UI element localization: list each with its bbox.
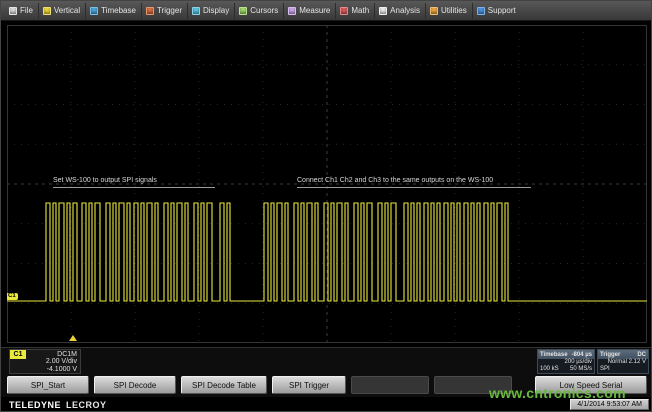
menu-timebase[interactable]: Timebase (86, 3, 142, 19)
timebase-descriptor[interactable]: Timebase -804 µs 200 µs/div 100 kS 50 MS… (537, 349, 595, 374)
trigger-type: SPI (600, 366, 610, 373)
trigger-descriptor[interactable]: Trigger DC Normal 2.12 V SPI (597, 349, 649, 374)
channel-vdiv: 2.00 V/div (10, 358, 77, 366)
menu-vertical-label: Vertical (54, 6, 80, 15)
menu-display[interactable]: Display (188, 3, 235, 19)
menu-measure[interactable]: Measure (284, 3, 336, 19)
timebase-arrows-icon (90, 7, 98, 15)
channel-offset: -4.1000 V (10, 366, 77, 374)
timebase-title: Timebase (540, 352, 568, 358)
trigger-position-marker[interactable] (69, 335, 77, 341)
menu-trigger[interactable]: Trigger (142, 3, 188, 19)
oscilloscope-window: File Vertical Timebase Trigger Display C… (0, 0, 652, 412)
menu-file[interactable]: File (5, 3, 39, 19)
vertical-arrows-icon (43, 7, 51, 15)
channel-offset-marker[interactable]: C1 (7, 293, 18, 300)
menu-utilities[interactable]: Utilities (426, 3, 473, 19)
brand-logo: TELEDYNE LECROY (9, 400, 107, 410)
timebase-rate: 50 MS/s (570, 366, 592, 373)
menu-measure-label: Measure (299, 6, 330, 15)
measure-ruler-icon (288, 7, 296, 15)
menu-math-label: Math (351, 6, 369, 15)
menu-timebase-label: Timebase (101, 6, 136, 15)
menu-utilities-label: Utilities (441, 6, 467, 15)
timebase-samples: 100 kS (540, 366, 559, 373)
spi-decode-table-button[interactable]: SPI Decode Table (181, 376, 267, 394)
empty-button-slot (351, 376, 429, 394)
menu-support-label: Support (488, 6, 516, 15)
menu-analysis-label: Analysis (390, 6, 420, 15)
timebase-tdiv: 200 µs/div (565, 359, 592, 366)
trigger-mode-level: Normal 2.12 V (608, 359, 646, 366)
spi-trigger-button[interactable]: SPI Trigger (272, 376, 346, 394)
spi-decode-button[interactable]: SPI Decode (94, 376, 176, 394)
annotation-note-2: Connect Ch1 Ch2 and Ch3 to the same outp… (297, 177, 531, 188)
brand-lecroy: LECROY (66, 400, 107, 410)
menu-cursors-label: Cursors (250, 6, 278, 15)
brand-teledyne: TELEDYNE (9, 400, 61, 410)
annotation-note-1: Set WS-100 to output SPI signals (53, 177, 215, 188)
menu-display-label: Display (203, 6, 229, 15)
display-grid-icon (192, 7, 200, 15)
cursors-cross-icon (239, 7, 247, 15)
timebase-delay: -804 µs (572, 352, 592, 358)
math-sigma-icon (340, 7, 348, 15)
trigger-title: Trigger (600, 352, 620, 358)
trigger-arrow-icon (146, 7, 154, 15)
menu-trigger-label: Trigger (157, 6, 182, 15)
menu-math[interactable]: Math (336, 3, 375, 19)
spi-start-button[interactable]: SPI_Start (7, 376, 89, 394)
menu-cursors[interactable]: Cursors (235, 3, 284, 19)
watermark: www.cntronics.com (489, 385, 626, 401)
utilities-wrench-icon (430, 7, 438, 15)
channel-c1-descriptor[interactable]: C1 DC1M 2.00 V/div -4.1000 V (9, 349, 81, 374)
trigger-coupling: DC (637, 352, 646, 358)
file-icon (9, 7, 17, 15)
menu-analysis[interactable]: Analysis (375, 3, 426, 19)
menu-support[interactable]: Support (473, 3, 521, 19)
support-help-icon (477, 7, 485, 15)
waveform-display: Set WS-100 to output SPI signals Connect… (7, 25, 647, 343)
menubar: File Vertical Timebase Trigger Display C… (1, 1, 651, 21)
menu-file-label: File (20, 6, 33, 15)
menu-vertical[interactable]: Vertical (39, 3, 86, 19)
analysis-chart-icon (379, 7, 387, 15)
